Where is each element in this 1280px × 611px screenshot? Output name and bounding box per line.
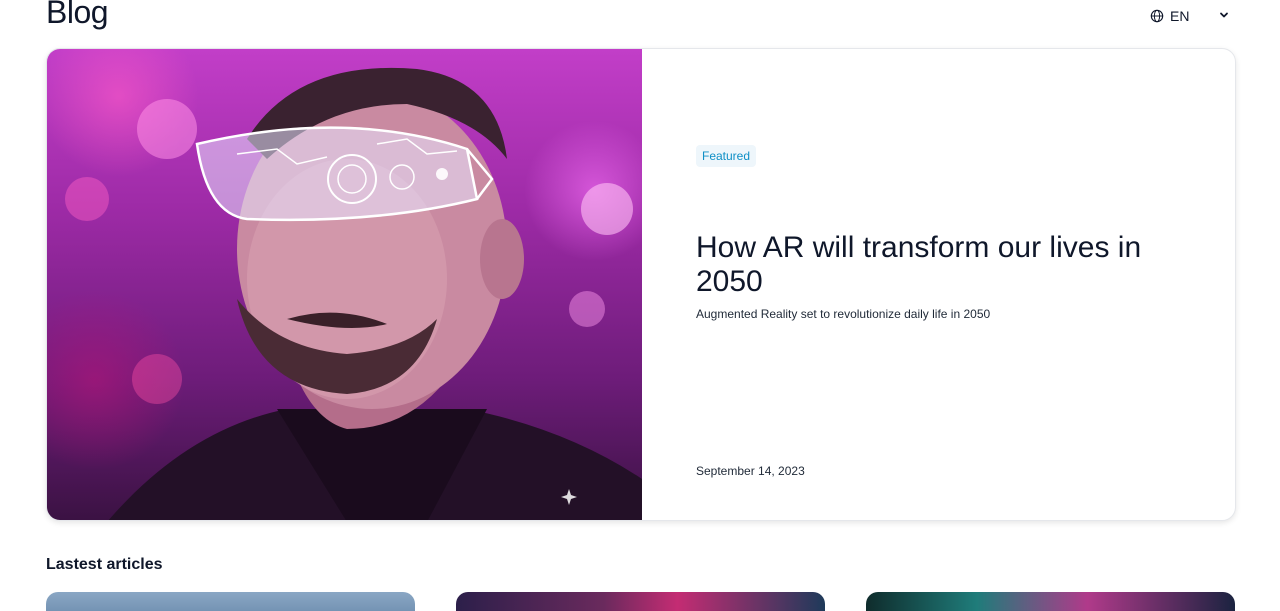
featured-image[interactable] <box>47 49 642 520</box>
featured-badge: Featured <box>696 145 757 167</box>
chevron-down-icon <box>1220 12 1228 18</box>
featured-content: Featured How AR will transform our lives… <box>642 49 1235 520</box>
article-card-2[interactable] <box>456 592 825 611</box>
page-title: Blog <box>46 0 109 30</box>
language-selector[interactable]: EN <box>1150 6 1236 26</box>
featured-subtitle: Augmented Reality set to revolutionize d… <box>696 307 991 321</box>
globe-icon <box>1150 9 1164 23</box>
ar-glasses-man-image <box>65 67 642 520</box>
featured-article-card[interactable]: Featured How AR will transform our lives… <box>46 48 1236 521</box>
featured-title[interactable]: How AR will transform our lives in 2050 <box>696 231 1196 299</box>
latest-articles-title: Lastest articles <box>46 556 163 573</box>
language-label: EN <box>1170 8 1190 24</box>
article-card-1[interactable] <box>46 592 415 611</box>
featured-date: September 14, 2023 <box>696 464 805 478</box>
article-card-3[interactable] <box>866 592 1235 611</box>
